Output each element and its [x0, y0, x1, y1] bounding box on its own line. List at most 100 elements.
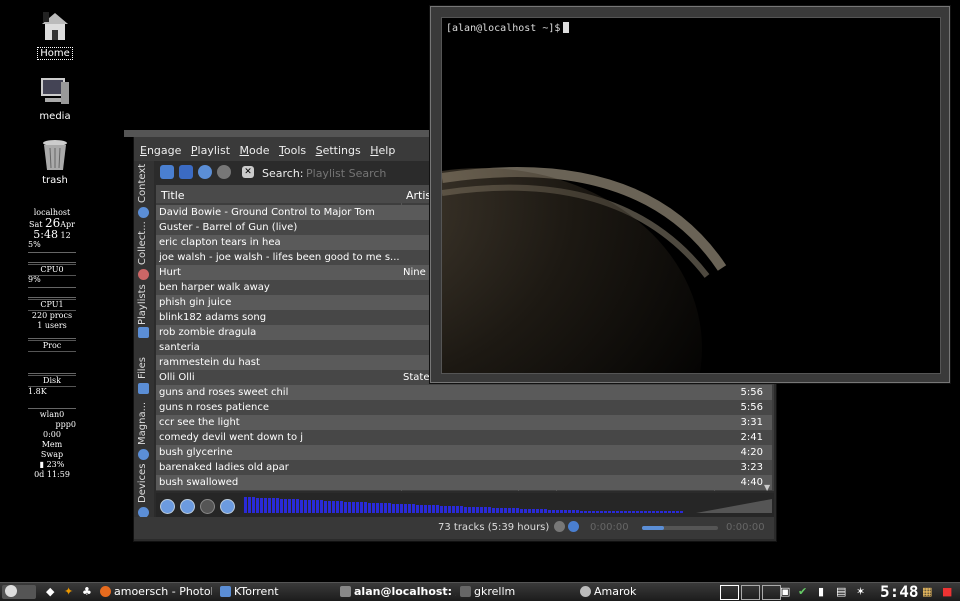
visualizer-bar — [360, 502, 363, 513]
visualizer-bar — [248, 497, 251, 513]
visualizer-bar — [276, 498, 279, 513]
visualizer-bar — [592, 511, 595, 513]
gk-uptime: 0d 11:59 — [34, 470, 70, 479]
tab-collection[interactable]: Collect... — [134, 221, 154, 281]
task-amarok[interactable]: Amarok — [580, 585, 692, 599]
notes-icon[interactable]: ▦ — [922, 585, 932, 599]
track-title: Olli Olli — [159, 372, 195, 383]
firefox-icon — [100, 586, 111, 597]
volume-slider[interactable] — [696, 497, 772, 513]
visualizer-bar — [524, 509, 527, 513]
clipboard-icon[interactable]: ▤ — [836, 585, 846, 599]
amarok-tray-icon[interactable]: ✶ — [856, 585, 865, 599]
visualizer-bar — [648, 511, 651, 513]
playlist-row[interactable]: comedy devil went down to j 2:41 — [156, 430, 772, 445]
gk-disk-value: 1.8K — [28, 387, 47, 396]
play-icon[interactable] — [180, 499, 195, 514]
stop-icon[interactable] — [200, 499, 215, 514]
quick-launch-icon[interactable]: ✦ — [64, 585, 73, 599]
menu-tools[interactable]: Tools — [279, 144, 306, 157]
progress-slider[interactable] — [642, 526, 718, 530]
desktop-icon-label: trash — [42, 175, 68, 186]
save-icon[interactable] — [179, 165, 193, 179]
track-title: blink182 adams song — [159, 312, 267, 323]
terminal-window[interactable]: [alan@localhost ~]$ — [430, 6, 950, 383]
visualizer-bar — [588, 511, 591, 513]
visualizer-bar — [476, 507, 479, 513]
shuffle-icon[interactable] — [568, 521, 579, 532]
network-icon[interactable]: ▣ — [780, 585, 790, 599]
visualizer-bar — [396, 504, 399, 513]
updates-icon[interactable]: ✔ — [798, 585, 807, 599]
desktop-icon-media[interactable]: media — [25, 74, 85, 122]
desktop-2-button[interactable] — [741, 585, 760, 600]
visualizer-bar — [384, 503, 387, 513]
task-photobucket[interactable]: amoersch - Photobu — [100, 585, 212, 599]
repeat-icon[interactable] — [554, 521, 565, 532]
playlist-row[interactable]: ccr see the light 3:31 — [156, 415, 772, 430]
menu-settings[interactable]: Settings — [316, 144, 361, 157]
terminal-icon — [340, 586, 351, 597]
playlist-row[interactable]: guns n roses patience 5:56 — [156, 400, 772, 415]
tab-context[interactable]: Context — [134, 163, 154, 223]
next-icon[interactable] — [220, 499, 235, 514]
visualizer-bar — [332, 501, 335, 513]
visualizer-bar — [480, 507, 483, 513]
previous-icon[interactable] — [160, 499, 175, 514]
show-desktop-icon[interactable]: ◆ — [46, 585, 54, 599]
volume-icon[interactable]: ▮ — [818, 585, 824, 599]
task-ktorrent[interactable]: KTorrent — [220, 585, 332, 599]
menu-playlist[interactable]: Playlist — [191, 144, 230, 157]
logout-icon[interactable]: ■ — [942, 585, 952, 599]
track-title: Hurt — [159, 267, 181, 278]
playlist-row[interactable]: barenaked ladies old apar 3:23 — [156, 460, 772, 475]
playlist-row[interactable]: guns and roses sweet chil 5:56 — [156, 385, 772, 400]
tab-magnatune[interactable]: Magna... — [134, 401, 154, 460]
gkrellm-panel[interactable]: localhost Sat 26Apr 5:48 12 5% CPU0 9% C… — [28, 208, 76, 480]
clear-search-icon[interactable]: ✕ — [242, 166, 254, 178]
visualizer-bar — [424, 505, 427, 513]
desktop-icon-trash[interactable]: trash — [25, 138, 85, 186]
playlists-icon — [138, 327, 149, 338]
visualizer-bar — [596, 511, 599, 513]
visualizer-bar — [260, 498, 263, 513]
tab-files[interactable]: Files — [134, 343, 154, 399]
desktop-icon-home[interactable]: Home — [25, 10, 85, 60]
gk-net-ppp0: ppp0 — [55, 420, 76, 429]
playlist-row[interactable]: bush swallowed 4:40 — [156, 475, 772, 490]
clear-playlist-icon[interactable] — [160, 165, 174, 179]
quick-launch-icon[interactable]: ♣ — [82, 585, 92, 599]
visualizer-bar — [544, 509, 547, 513]
desktop-1-button[interactable] — [720, 585, 739, 600]
visualizer-bar — [344, 502, 347, 513]
visualizer-bar — [316, 500, 319, 513]
column-title[interactable]: Title — [161, 189, 185, 202]
menu-mode[interactable]: Mode — [240, 144, 270, 157]
menu-engage[interactable]: Engage — [140, 144, 181, 157]
scroll-down-icon[interactable]: ▼ — [764, 483, 772, 491]
taskbar-clock[interactable]: 5:48 — [880, 583, 919, 601]
playlist-row[interactable]: bush glycerine 4:20 — [156, 445, 772, 460]
track-title: Guster - Barrel of Gun (live) — [159, 222, 298, 233]
collection-icon — [138, 269, 149, 280]
track-title: bush swallowed — [159, 477, 239, 488]
visualizer-bar — [488, 507, 491, 513]
terminal-screen[interactable]: [alan@localhost ~]$ — [441, 17, 941, 374]
visualizer-bar — [364, 502, 367, 513]
amarok-titlebar[interactable] — [124, 130, 444, 137]
task-gkrellm[interactable]: gkrellm — [460, 585, 572, 599]
visualizer-bar — [572, 510, 575, 513]
desktop-3-button[interactable] — [762, 585, 781, 600]
task-terminal[interactable]: alan@localhost: /h — [340, 585, 456, 599]
check-icon[interactable] — [198, 165, 212, 179]
track-title: David Bowie - Ground Control to Major To… — [159, 207, 375, 218]
track-length: 3:23 — [740, 462, 763, 473]
menu-help[interactable]: Help — [370, 144, 395, 157]
visualizer-bar — [632, 511, 635, 513]
visualizer-bar — [380, 503, 383, 513]
undo-icon[interactable] — [217, 165, 231, 179]
start-menu-button[interactable] — [2, 585, 36, 599]
tab-devices[interactable]: Devices — [134, 459, 154, 518]
visualizer-bar — [472, 507, 475, 513]
tab-playlists[interactable]: Playlists — [134, 283, 154, 341]
